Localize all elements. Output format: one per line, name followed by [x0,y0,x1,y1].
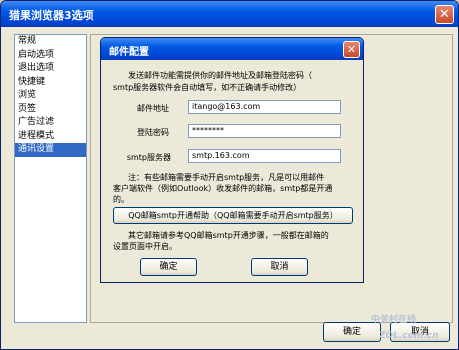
dialog-cancel-button[interactable]: 取消 [251,258,308,276]
other-mail-text-line1: 其它邮箱请参考QQ邮箱smtp开通步骤，一般都在邮箱的 [128,231,329,240]
email-config-title-bar[interactable]: 邮件配置 ✕ [101,38,363,60]
options-close-button[interactable]: ✕ [435,5,454,24]
options-ok-button[interactable]: 确定 [323,322,381,342]
close-icon: ✕ [439,7,450,22]
options-window-title: 猎果浏览器3选项 [9,9,94,22]
sidebar-item-shortcuts[interactable]: 快捷键 [15,76,86,90]
close-icon: ✕ [346,43,357,56]
sidebar-item-startup[interactable]: 启动选项 [15,49,86,63]
sidebar-item-tabs[interactable]: 页签 [15,103,86,117]
watermark-logo-en: ZOL.com.cn [379,331,439,341]
options-title-bar[interactable]: 猎果浏览器3选项 ✕ [1,1,458,27]
other-mail-text-line2: 设置页面中开启。 [113,242,177,251]
sidebar-item-process-mode[interactable]: 进程模式 [15,130,86,144]
sidebar-item-communication[interactable]: 通讯设置 [15,143,86,157]
intro-text-line1: 发送邮件功能需提供你的邮件地址及邮箱登陆密码（ [128,71,312,80]
smtp-server-field[interactable]: smtp.163.com [188,149,341,163]
email-address-field[interactable]: itango@163.com [188,100,341,114]
qq-smtp-help-button[interactable]: QQ邮箱smtp开通帮助（QQ邮箱需要手动开启smtp服务） [113,207,353,224]
watermark-logo-cn: 中关村在线 [371,315,417,325]
dialog-ok-button[interactable]: 确定 [140,258,197,276]
note-text-line2: 客户端软件（例如Outlook）收发邮件的邮箱，smtp都是开通 [113,184,333,193]
sidebar-item-browse[interactable]: 浏览 [15,89,86,103]
email-config-dialog: 邮件配置 ✕ 发送邮件功能需提供你的邮件地址及邮箱登陆密码（ smtp服务器软件… [100,37,364,283]
intro-text-line2: smtp服务器软件会自动填写，如不正确请手动修改） [113,83,302,92]
note-text-line3: 的。 [113,195,129,204]
options-window: 猎果浏览器3选项 ✕ 常规 启动选项 退出选项 快捷键 浏览 页签 广告过滤 进… [0,0,459,350]
options-category-list[interactable]: 常规 启动选项 退出选项 快捷键 浏览 页签 广告过滤 进程模式 通讯设置 [14,34,87,323]
note-text-line1: 注：有些邮箱需要手动开启smtp服务，凡是可以用邮件 [128,173,325,182]
sidebar-item-ad-filter[interactable]: 广告过滤 [15,116,86,130]
email-address-label: 邮件地址 [137,104,169,113]
email-config-close-button[interactable]: ✕ [343,41,360,58]
sidebar-item-exit[interactable]: 退出选项 [15,62,86,76]
smtp-server-label: smtp服务器 [126,153,171,162]
password-label: 登陆密码 [137,128,169,137]
email-config-title: 邮件配置 [109,47,149,58]
sidebar-item-general[interactable]: 常规 [15,35,86,49]
password-field[interactable]: ******** [188,124,341,138]
